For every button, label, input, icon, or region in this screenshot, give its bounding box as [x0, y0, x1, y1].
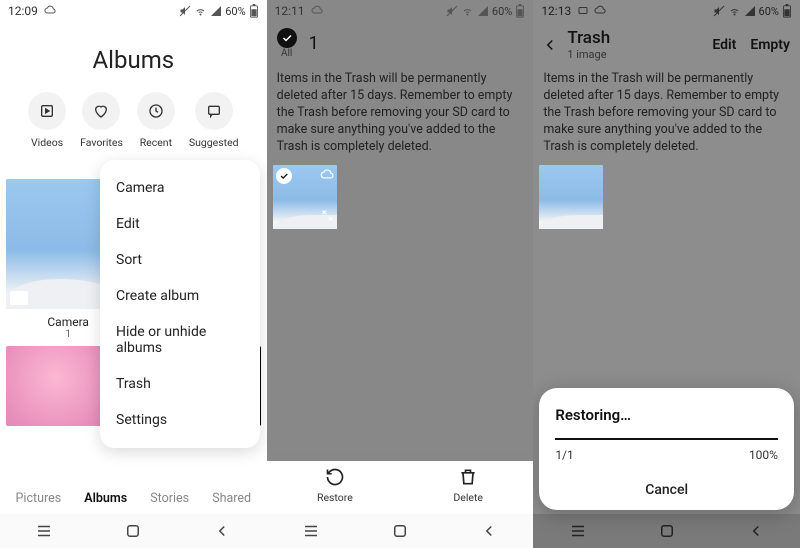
chip-recent[interactable]: Recent: [137, 92, 175, 149]
restore-icon: [325, 467, 345, 487]
nav-recent-icon[interactable]: [35, 522, 53, 540]
trash-message: Items in the Trash will be permanently d…: [267, 65, 534, 165]
trash-icon: [458, 467, 478, 487]
chat-icon: [206, 103, 222, 119]
bottom-tabs: Pictures Albums Stories Shared: [0, 483, 267, 514]
trash-message: Items in the Trash will be permanently d…: [533, 65, 800, 165]
nav-back-icon[interactable]: [213, 522, 231, 540]
signal-icon: [477, 5, 489, 17]
clock-icon: [148, 103, 164, 119]
tab-stories[interactable]: Stories: [150, 491, 189, 506]
mute-icon: [446, 5, 458, 17]
screen-albums: 12:09 60% Albums Videos Favorites Recent…: [0, 0, 267, 548]
select-all-label: All: [281, 48, 292, 59]
play-icon: [39, 103, 55, 119]
cancel-button[interactable]: Cancel: [555, 476, 778, 498]
status-bar: 12:13 60%: [533, 0, 800, 22]
edit-button[interactable]: Edit: [712, 37, 736, 53]
battery-icon: [515, 4, 525, 18]
delete-button[interactable]: Delete: [453, 467, 483, 504]
signal-icon: [744, 5, 756, 17]
page-title: Albums: [0, 46, 267, 74]
context-menu: Camera Edit Sort Create album Hide or un…: [100, 160, 260, 448]
trash-thumbnail[interactable]: [539, 165, 603, 229]
wifi-icon: [194, 5, 207, 17]
nav-bar: [0, 514, 267, 548]
chip-videos[interactable]: Videos: [28, 92, 66, 149]
tab-shared[interactable]: Shared: [212, 491, 251, 506]
thumb-check-icon: [276, 168, 292, 184]
menu-camera[interactable]: Camera: [100, 170, 260, 206]
select-all-toggle[interactable]: [277, 28, 297, 48]
mute-icon: [179, 5, 191, 17]
status-right: 60%: [179, 4, 258, 18]
menu-trash[interactable]: Trash: [100, 366, 260, 402]
selected-count: 1: [309, 33, 319, 54]
nav-bar: [267, 514, 534, 548]
chip-favorites[interactable]: Favorites: [80, 92, 123, 149]
tab-pictures[interactable]: Pictures: [16, 491, 62, 506]
chip-suggested[interactable]: Suggested: [189, 92, 239, 149]
nav-home-icon[interactable]: [124, 522, 142, 540]
trash-header: Trash 1 image Edit Empty: [533, 22, 800, 65]
mute-icon: [713, 5, 725, 17]
progress-bar: [555, 438, 778, 440]
battery-text: 60%: [225, 5, 245, 18]
heart-icon: [93, 103, 109, 119]
restore-dialog: Restoring… 1/1 100% Cancel: [539, 388, 794, 510]
trash-subtitle: 1 image: [567, 48, 704, 61]
battery-text: 60%: [492, 5, 512, 18]
empty-button[interactable]: Empty: [750, 37, 790, 53]
nav-back-icon[interactable]: [747, 522, 765, 540]
restore-button[interactable]: Restore: [317, 467, 353, 504]
menu-create-album[interactable]: Create album: [100, 278, 260, 314]
nav-back-icon[interactable]: [480, 522, 498, 540]
status-right: 60%: [446, 4, 525, 18]
nav-home-icon[interactable]: [658, 522, 676, 540]
screen-trash-select: 12:11 60% All 1 Items in the Trash will …: [267, 0, 534, 548]
expand-icon[interactable]: [321, 209, 334, 226]
nav-bar: [533, 514, 800, 548]
status-time: 12:11: [275, 4, 323, 18]
nav-home-icon[interactable]: [391, 522, 409, 540]
progress-count: 1/1: [555, 448, 573, 462]
status-time: 12:13: [541, 4, 606, 18]
bottom-actions: Restore Delete: [267, 461, 534, 514]
battery-text: 60%: [759, 5, 779, 18]
menu-edit[interactable]: Edit: [100, 206, 260, 242]
dialog-title: Restoring…: [555, 406, 778, 424]
status-bar: 12:09 60%: [0, 0, 267, 22]
battery-icon: [782, 4, 792, 18]
selection-header: All 1: [267, 22, 534, 65]
nav-recent-icon[interactable]: [569, 522, 587, 540]
tab-albums[interactable]: Albums: [84, 491, 127, 506]
screen-trash-restore: 12:13 60% Trash 1 image Edit Empty Items…: [533, 0, 800, 548]
menu-settings[interactable]: Settings: [100, 402, 260, 438]
nav-recent-icon[interactable]: [302, 522, 320, 540]
signal-icon: [210, 5, 222, 17]
wifi-icon: [728, 5, 741, 17]
category-chips: Videos Favorites Recent Suggested: [0, 92, 267, 149]
menu-hide-unhide[interactable]: Hide or unhide albums: [100, 314, 260, 366]
status-bar: 12:11 60%: [267, 0, 534, 22]
status-time: 12:09: [8, 4, 56, 18]
cloud-icon: [320, 168, 334, 186]
battery-icon: [249, 4, 259, 18]
trash-thumbnail[interactable]: [273, 165, 337, 229]
camera-badge-icon: [10, 291, 28, 305]
check-icon: [281, 32, 293, 44]
progress-percent: 100%: [749, 448, 778, 462]
wifi-icon: [461, 5, 474, 17]
back-icon[interactable]: [541, 36, 559, 54]
trash-title: Trash: [567, 28, 704, 48]
menu-sort[interactable]: Sort: [100, 242, 260, 278]
status-right: 60%: [713, 4, 792, 18]
